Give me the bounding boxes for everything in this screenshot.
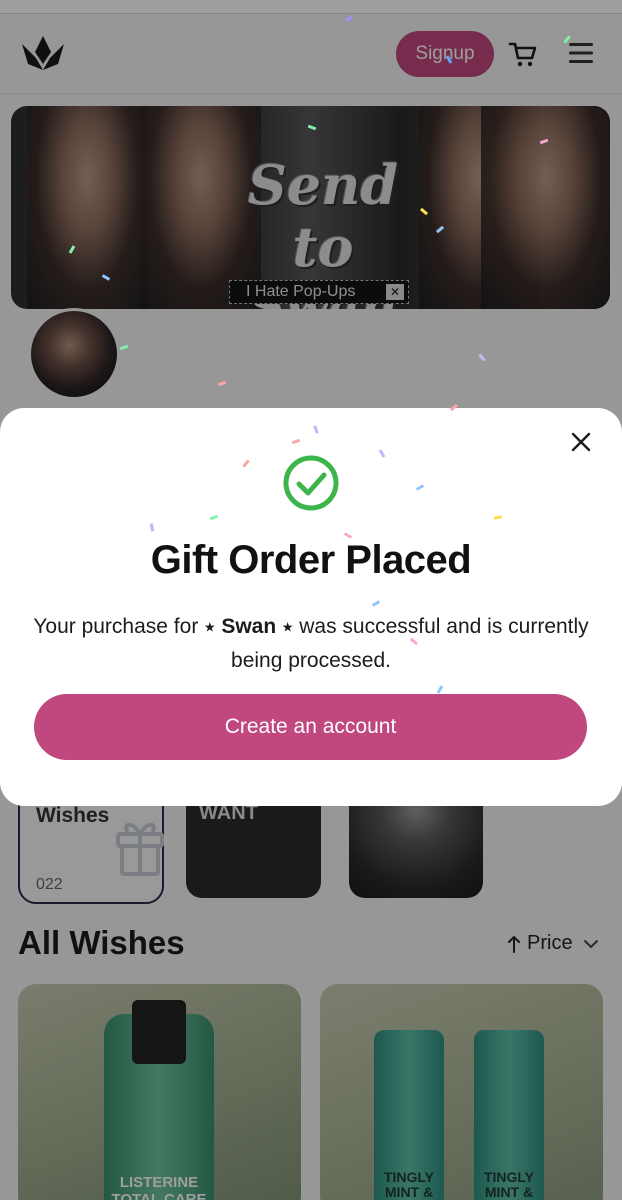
modal-message: Your purchase for ⭑ Swan ⭑ was successfu…: [33, 615, 589, 672]
star-icon: ⭑: [204, 615, 216, 638]
recipient-name: Swan: [221, 615, 277, 638]
star-icon: ⭑: [282, 615, 294, 638]
close-icon[interactable]: [570, 431, 592, 453]
create-account-button[interactable]: Create an account: [34, 694, 587, 760]
check-circle-icon: [283, 455, 339, 511]
modal-title: Gift Order Placed: [150, 538, 472, 582]
